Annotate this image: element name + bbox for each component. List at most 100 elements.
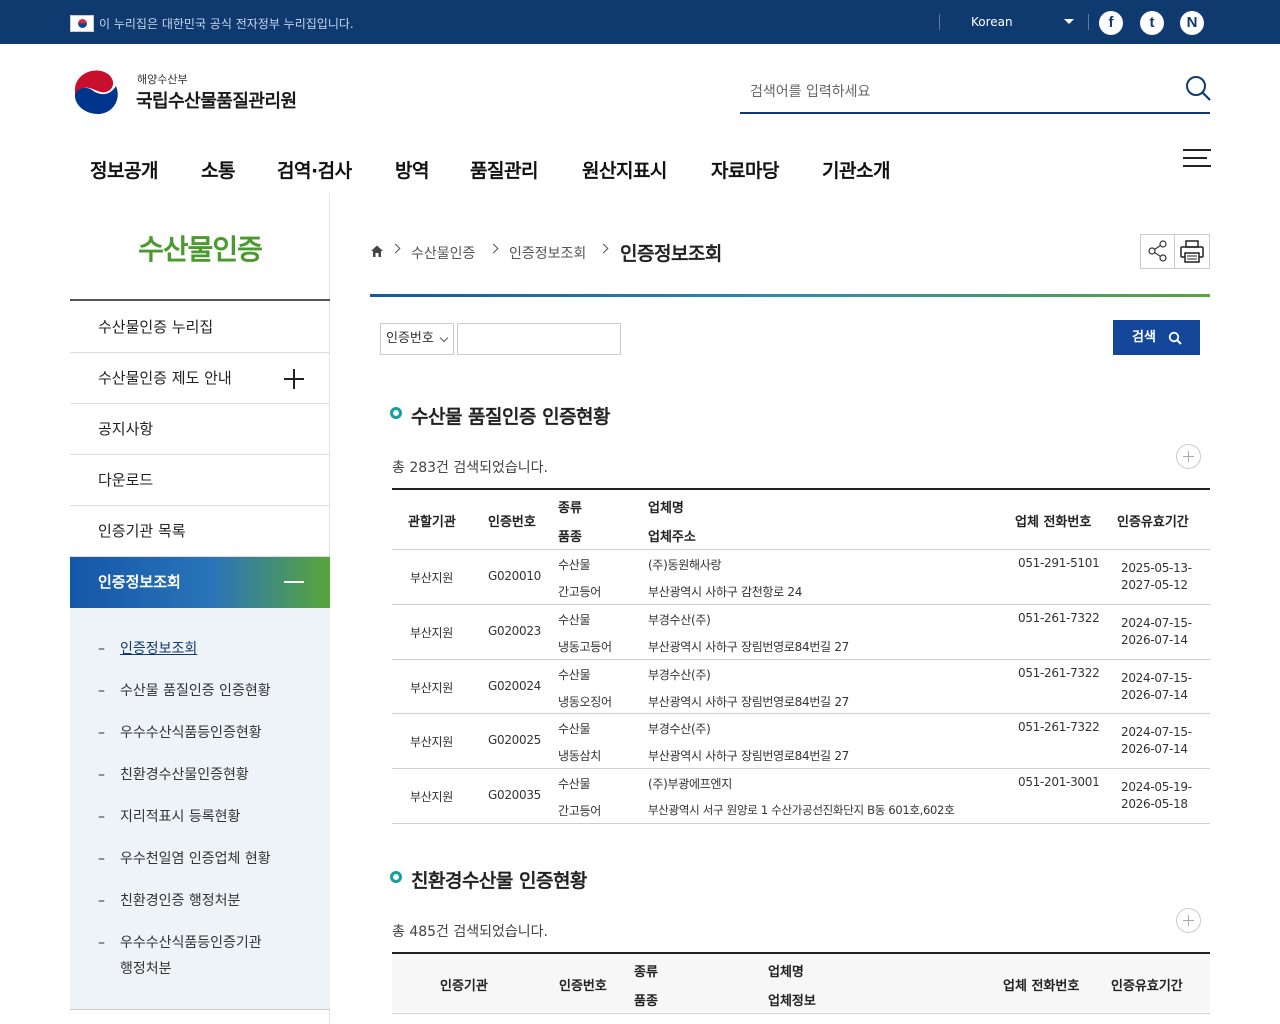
- gnb-item[interactable]: 방역: [395, 156, 429, 183]
- divider: [1088, 14, 1089, 30]
- search-type-select[interactable]: 인증번호: [380, 323, 454, 355]
- share-button[interactable]: [1140, 234, 1176, 269]
- cell-kind: 수산물: [558, 613, 591, 627]
- home-icon[interactable]: [370, 244, 384, 258]
- column-header: 인증번호: [488, 515, 536, 530]
- gnb-item[interactable]: 품질관리: [470, 156, 538, 183]
- result-count: 총 283건 검색되었습니다.: [392, 460, 548, 476]
- lnb-item[interactable]: 다운로드: [70, 455, 330, 506]
- column-header: 인증번호: [559, 979, 607, 994]
- lnb-item-active[interactable]: 인증정보조회: [70, 557, 330, 608]
- cell-cert-no: G020025: [488, 733, 542, 747]
- twitter-icon[interactable]: t: [1140, 11, 1164, 35]
- column-header: 업체 전화번호: [1003, 979, 1080, 994]
- lnb-item-label: 다운로드: [98, 471, 154, 489]
- government-logo-icon[interactable]: [72, 64, 124, 116]
- submenu-item-label: 친환경인증 행정처분: [120, 893, 241, 909]
- language-select[interactable]: Korean: [971, 15, 1013, 29]
- lnb-item-label: 공지사항: [98, 420, 154, 438]
- page-title: 인증정보조회: [620, 243, 722, 265]
- section-bullet-icon: [390, 407, 402, 419]
- row-divider: [392, 604, 1210, 605]
- hamburger-menu-icon[interactable]: [1183, 147, 1211, 169]
- gnb-item[interactable]: 정보공개: [90, 156, 158, 183]
- gnb-item[interactable]: 소통: [201, 156, 235, 183]
- title-underline: [370, 294, 1210, 297]
- search-button[interactable]: 검색: [1113, 320, 1200, 355]
- lnb-item[interactable]: 인증기관 목록: [70, 506, 330, 557]
- plus-icon[interactable]: [284, 369, 304, 389]
- cell-variety: 냉동고등어: [558, 640, 612, 654]
- cell-address: 부산광역시 사하구 감천항로 24: [648, 585, 803, 599]
- cell-phone: 051-201-3001: [1018, 775, 1100, 789]
- korea-flag-icon: [70, 15, 94, 32]
- search-icon[interactable]: [1184, 74, 1212, 102]
- print-icon: [1180, 240, 1204, 263]
- cell-kind: 수산물: [558, 777, 591, 791]
- submenu-item-label: 친환경수산물인증현황: [120, 767, 249, 783]
- lnb-item[interactable]: 수산물인증 누리집: [70, 302, 330, 353]
- breadcrumb-item[interactable]: 수산물인증: [411, 243, 475, 263]
- row-divider: [392, 659, 1210, 660]
- minus-icon[interactable]: [284, 581, 304, 583]
- chevron-down-icon[interactable]: [1064, 19, 1074, 24]
- more-plus-icon[interactable]: [1176, 908, 1201, 933]
- submenu-item[interactable]: – 인증정보조회: [98, 638, 197, 658]
- facebook-icon[interactable]: f: [1099, 11, 1123, 35]
- cell-kind: 수산물: [558, 722, 591, 736]
- search-button-label: 검색: [1132, 330, 1156, 345]
- lnb-item-label: 수산물인증 제도 안내: [98, 369, 232, 387]
- section-bullet-icon: [390, 871, 402, 883]
- submenu-item-label: 우수수산식품등인증기관: [120, 935, 262, 951]
- gnb-item[interactable]: 자료마당: [711, 156, 779, 183]
- submenu-item-continued[interactable]: 행정처분: [120, 958, 172, 978]
- cell-company: 부경수산(주): [648, 613, 711, 627]
- cell-period-from: 2024-05-19-: [1121, 780, 1192, 794]
- submenu-item[interactable]: – 수산물 품질인증 인증현황: [98, 680, 271, 700]
- cell-agency: 부산지원: [410, 571, 453, 585]
- chevron-down-icon: [439, 333, 449, 343]
- cell-agency: 부산지원: [410, 626, 453, 640]
- cell-period-to: 2026-07-14: [1121, 688, 1188, 702]
- submenu-item[interactable]: – 우수수산식품등인증기관: [98, 932, 262, 952]
- site-search-input[interactable]: [740, 72, 1210, 114]
- divider: [70, 1009, 330, 1010]
- column-header: 업체정보: [768, 994, 816, 1009]
- cell-cert-no: G020023: [488, 624, 542, 638]
- submenu-item[interactable]: – 우수수산식품등인증현황: [98, 722, 262, 742]
- submenu-item[interactable]: – 우수천일염 인증업체 현황: [98, 848, 271, 868]
- lnb-item[interactable]: 수산물인증 제도 안내: [70, 353, 330, 404]
- cell-agency: 부산지원: [410, 681, 453, 695]
- column-header: 업체명: [768, 965, 804, 980]
- cell-period-to: 2026-05-18: [1121, 797, 1188, 811]
- gnb-item[interactable]: 기관소개: [822, 156, 890, 183]
- cell-address: 부산광역시 서구 원양로 1 수산가공선진화단지 B동 601호,602호: [648, 803, 955, 817]
- print-button[interactable]: [1174, 234, 1210, 269]
- lnb-item[interactable]: 공지사항: [70, 404, 330, 455]
- cell-period-from: 2024-07-15-: [1121, 616, 1192, 630]
- cell-period-from: 2024-07-15-: [1121, 671, 1192, 685]
- column-header: 품종: [634, 994, 658, 1009]
- cell-period-from: 2024-07-15-: [1121, 725, 1192, 739]
- chevron-right-icon: [488, 243, 499, 254]
- cell-company: 부경수산(주): [648, 668, 711, 682]
- submenu-item[interactable]: – 친환경수산물인증현황: [98, 764, 249, 784]
- lnb-title: 수산물인증: [138, 233, 263, 266]
- column-header: 인증유효기간: [1117, 515, 1189, 530]
- cell-phone: 051-291-5101: [1018, 556, 1100, 570]
- cell-variety: 냉동오징어: [558, 695, 612, 709]
- cell-variety: 간고등어: [558, 585, 601, 599]
- naver-icon[interactable]: N: [1180, 11, 1204, 35]
- submenu-item-label: 우수수산식품등인증현황: [120, 725, 262, 741]
- keyword-input[interactable]: [457, 323, 621, 355]
- section-title: 수산물 품질인증 인증현황: [411, 406, 611, 428]
- breadcrumb-item[interactable]: 인증정보조회: [509, 243, 586, 263]
- cell-agency: 부산지원: [410, 735, 453, 749]
- submenu-item-label: 행정처분: [120, 961, 172, 977]
- agency-name[interactable]: 국립수산물품질관리원: [136, 87, 297, 113]
- gnb-item[interactable]: 원산지표시: [582, 156, 667, 183]
- more-plus-icon[interactable]: [1176, 444, 1201, 469]
- gnb-item[interactable]: 검역·검사: [277, 156, 352, 183]
- submenu-item[interactable]: – 친환경인증 행정처분: [98, 890, 240, 910]
- submenu-item[interactable]: – 지리적표시 등록현황: [98, 806, 240, 826]
